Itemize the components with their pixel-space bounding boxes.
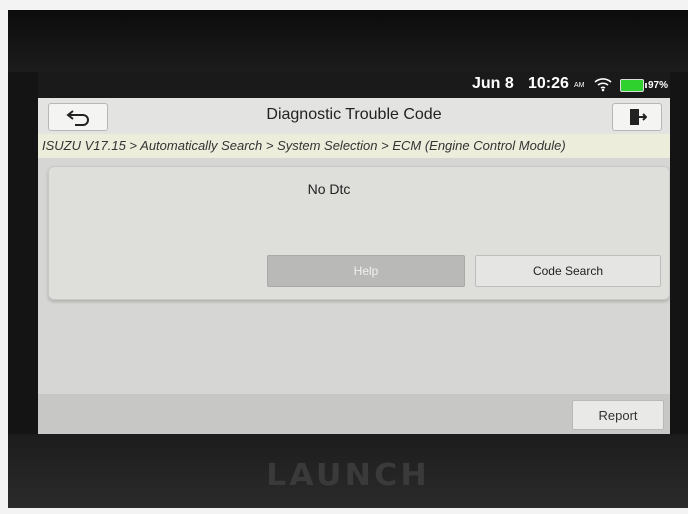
- status-bar: Jun 8 10:26 AM 97%: [38, 72, 670, 98]
- report-button[interactable]: Report: [572, 400, 664, 430]
- status-ampm: AM: [574, 82, 585, 89]
- brand-logo: LAUNCH: [266, 458, 430, 493]
- wifi-icon: [594, 78, 612, 92]
- page-title: Diagnostic Trouble Code: [266, 106, 442, 123]
- status-time: 10:26: [528, 75, 569, 92]
- breadcrumb: ISUZU V17.15 > Automatically Search > Sy…: [38, 134, 670, 158]
- exit-button[interactable]: [612, 103, 662, 131]
- dtc-panel: No Dtc Help Code Search: [48, 166, 670, 300]
- code-search-button[interactable]: Code Search: [475, 255, 661, 287]
- exit-door-icon: [630, 109, 647, 125]
- bottom-action-bar: Report: [38, 394, 670, 434]
- help-button[interactable]: Help: [267, 255, 465, 287]
- title-bar: Diagnostic Trouble Code: [38, 98, 670, 135]
- status-date: Jun 8: [472, 75, 514, 92]
- dtc-status-message: No Dtc: [307, 181, 351, 197]
- content-area: No Dtc Help Code Search: [38, 158, 670, 394]
- battery-icon: [620, 79, 647, 92]
- battery-level: 97%: [648, 80, 669, 91]
- device-screen: Jun 8 10:26 AM 97% Diagnostic Trouble Co…: [38, 72, 670, 434]
- top-bezel: [8, 10, 688, 72]
